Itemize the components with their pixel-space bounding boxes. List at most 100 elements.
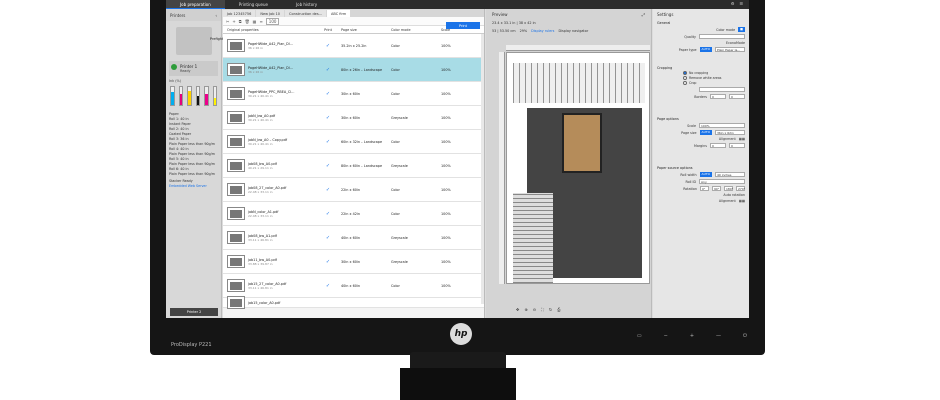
col-print[interactable]: Print [315, 28, 341, 32]
col-color-mode[interactable]: Color mode [391, 28, 441, 32]
table-row[interactable]: PageHWide_PPC_RBEA_Cl... 30.21 x 40.41 in… [223, 82, 484, 106]
preview-sheet[interactable] [506, 52, 650, 284]
monitor-menu-button[interactable]: ▭ [637, 333, 642, 339]
print-check-icon[interactable]: ✓ [315, 211, 341, 217]
tab-job-history[interactable]: Job history [282, 0, 331, 9]
col-page-size[interactable]: Page size [341, 28, 391, 32]
fit-icon[interactable]: ⛶ [541, 307, 544, 312]
margins-label: Margins [694, 143, 707, 148]
zoom-in-icon[interactable]: ⊕ [524, 307, 527, 312]
quality-select[interactable] [699, 34, 745, 39]
border-top[interactable]: 0 [710, 94, 726, 99]
page-size-select[interactable]: 36in x 62in [715, 130, 745, 135]
job-tab[interactable]: New Job 10 [256, 10, 285, 17]
table-row[interactable]: job15_27_color_A0.pdf 33.11 x 46.81 in ✓ … [223, 274, 484, 298]
scrollbar[interactable] [481, 34, 484, 304]
no-cropping-radio[interactable]: No cropping [683, 71, 745, 75]
display-navigator-checkbox[interactable]: Display navigator [558, 29, 588, 33]
add-icon[interactable]: + [232, 19, 235, 24]
zoom-field[interactable]: 100 [265, 17, 280, 25]
printer-2-item[interactable]: Printer 2 [170, 308, 218, 316]
table-row[interactable]: job15_color_A0.pdf [223, 296, 484, 309]
table-row[interactable]: job08_bw_A1.pdf 33.11 x 46.81 in ✓ 40in x… [223, 226, 484, 250]
rotation-option[interactable]: 270° [736, 186, 745, 191]
crop-radio[interactable]: Crop [683, 81, 745, 85]
table-row[interactable]: jobN_bw_A0 – Copy.pdf 30.21 x 40.41 in ✓ … [223, 130, 484, 154]
general-section[interactable]: General [657, 21, 670, 25]
economode-checkbox[interactable]: EconoMode [726, 41, 745, 45]
table-row[interactable]: job08_bw_A0.pdf 40.21 x 29.11 in ✓ 80in x… [223, 154, 484, 178]
alignment-2-icons[interactable]: ▦▦ [739, 199, 745, 203]
print-check-icon[interactable]: ✓ [315, 163, 341, 169]
zoom-level[interactable]: 29% [520, 29, 528, 33]
paper-type-auto[interactable]: AUTO [699, 47, 712, 52]
margin-left[interactable]: 0 [710, 143, 726, 148]
paper-list: Paper: Roll 1: 40 in Instant Paper Roll 2:… [166, 109, 221, 191]
print-check-icon[interactable]: ✓ [315, 139, 341, 145]
job-tab[interactable]: Job 12345756 [223, 10, 256, 17]
job-tab[interactable]: Construction des... [285, 10, 326, 17]
print-icon[interactable]: ⎙ [557, 307, 560, 312]
roll-width-select[interactable]: 40 inches [715, 172, 745, 177]
crop-select[interactable] [699, 87, 745, 92]
tab-job-preparation[interactable]: Job preparation [166, 0, 225, 9]
print-button[interactable]: Print [446, 22, 480, 29]
color-mode-cell: Color [391, 211, 400, 216]
cut-icon[interactable]: ✂ [226, 19, 229, 24]
monitor-enter-button[interactable]: — [716, 333, 721, 339]
table-row[interactable]: PageHWide_A42_Plan_Dl... 36 x 26 in ✓ 80i… [223, 58, 484, 82]
print-check-icon[interactable]: ✓ [315, 91, 341, 97]
rotation-option[interactable]: 180° [724, 186, 733, 191]
rotate-icon[interactable]: ↻ [549, 307, 552, 312]
paper-type-select[interactable]: Plain Paper la... [715, 47, 745, 52]
paper-roll-line: Roll 2: 40 in [169, 127, 189, 131]
copy-icon[interactable]: ⧉ [239, 19, 242, 24]
border-right[interactable]: 0 [729, 94, 745, 99]
rotation-option[interactable]: 90° [712, 186, 721, 191]
list-icon[interactable]: ≡ [259, 19, 262, 24]
collapse-icon[interactable]: ‹ [215, 13, 217, 18]
color-mode-toggle[interactable]: ■ [738, 27, 745, 32]
print-check-icon[interactable]: ✓ [315, 235, 341, 241]
monitor-minus-button[interactable]: − [664, 333, 668, 339]
expand-icon[interactable]: ⤢ [642, 12, 645, 17]
embedded-web-server-link[interactable]: Embedded Web Server [169, 184, 218, 188]
table-row[interactable]: job08_27_color_A0.pdf 22.48 x 33.11 in ✓ … [223, 178, 484, 202]
margin-right[interactable]: 0 [729, 143, 745, 148]
tab-printing-queue[interactable]: Printing queue [225, 0, 282, 9]
print-check-icon[interactable]: ✓ [315, 115, 341, 121]
alignment-icons[interactable]: ▦▦ [739, 137, 745, 141]
auto-rotation-checkbox[interactable]: Auto rotation [723, 193, 745, 197]
roll-id-select[interactable]: Any [699, 179, 745, 184]
print-check-icon[interactable]: ✓ [315, 43, 341, 49]
roll-width-auto[interactable]: AUTO [699, 172, 712, 177]
print-check-icon[interactable]: ✓ [315, 187, 341, 193]
paper-source-section[interactable]: Paper source options [657, 166, 693, 170]
print-check-icon[interactable]: ✓ [315, 283, 341, 289]
rotation-option[interactable]: 0° [700, 186, 709, 191]
table-row[interactable]: jobN_color_A1.pdf 22.48 x 33.11 in ✓ 22in… [223, 202, 484, 226]
scale-cell: 100% [441, 283, 451, 288]
remove-white-radio[interactable]: Remove white areas [683, 76, 745, 80]
print-check-icon[interactable]: ✓ [315, 67, 341, 73]
grid-icon[interactable]: ▦ [253, 19, 257, 24]
job-tab[interactable]: ABC firm [326, 10, 351, 17]
zoom-out-icon[interactable]: ⊖ [533, 307, 536, 312]
cropping-section[interactable]: Cropping [657, 66, 672, 70]
print-check-icon[interactable]: ✓ [315, 259, 341, 265]
scale-select[interactable]: 100% [699, 123, 745, 128]
col-original[interactable]: Original properties [223, 28, 315, 32]
menu-icon[interactable]: ☰ [739, 1, 743, 6]
gear-icon[interactable]: ⚙ [731, 1, 735, 6]
power-icon[interactable]: ⏻ [743, 333, 747, 339]
move-icon[interactable]: ✥ [516, 307, 519, 312]
display-rulers-checkbox[interactable]: Display rulers [531, 29, 554, 33]
monitor-plus-button[interactable]: + [690, 333, 694, 339]
printer-1-status[interactable]: Printer 1 Ready [169, 61, 218, 76]
table-row[interactable]: jobN_bw_A0.pdf 30.21 x 40.41 in ✓ 30in x … [223, 106, 484, 130]
page-options-section[interactable]: Page options [657, 117, 679, 121]
page-size-auto[interactable]: AUTO [699, 130, 712, 135]
delete-icon[interactable]: 🗑 [245, 19, 250, 24]
table-row[interactable]: PageHWide_A42_Plan_Dl... 36 x 26 in ✓ 35.… [223, 34, 484, 58]
table-row[interactable]: job11_bw_A0.pdf 33.88 x 39.87 in ✓ 30in x… [223, 250, 484, 274]
